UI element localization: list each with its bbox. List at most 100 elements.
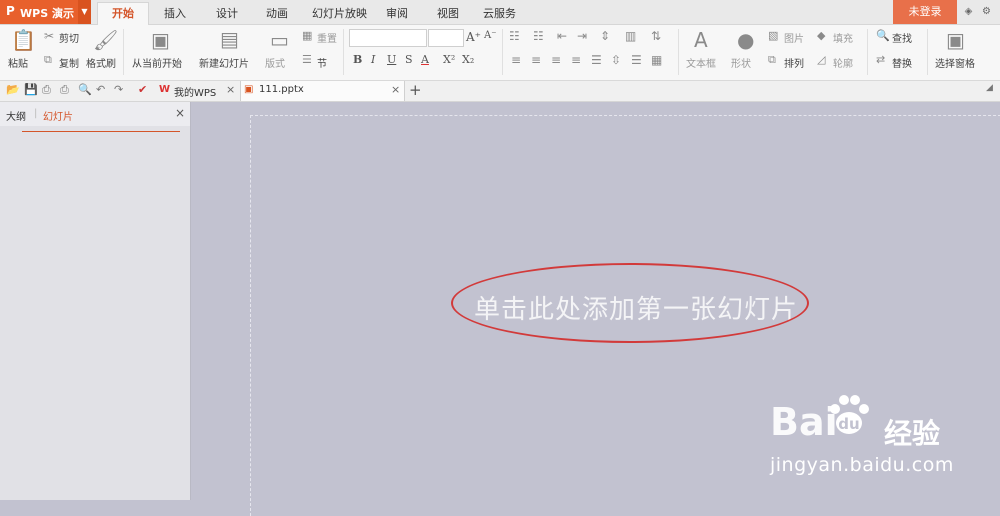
replace-button[interactable]: 替换 <box>892 55 912 70</box>
open-folder-icon[interactable]: 📂 <box>6 83 20 96</box>
decrease-indent-icon[interactable]: ⇤ <box>557 29 567 43</box>
close-icon[interactable]: × <box>391 83 400 96</box>
find-button[interactable]: 查找 <box>892 30 912 45</box>
format-painter-icon[interactable]: 🖌 <box>93 30 118 50</box>
watermark-url: jingyan.baidu.com <box>770 454 954 476</box>
picture-icon[interactable]: ▧ <box>768 29 778 43</box>
tab-slideshow[interactable]: 幻灯片放映 <box>312 5 367 21</box>
section-icon[interactable]: ☰ <box>302 53 312 67</box>
decrease-font-icon[interactable]: A⁻ <box>484 30 497 41</box>
font-color-button[interactable]: A <box>421 53 429 66</box>
increase-font-icon[interactable]: A⁺ <box>466 30 481 44</box>
redo-icon[interactable]: ↷ <box>114 83 123 96</box>
outline-icon[interactable]: ◿ <box>817 53 825 67</box>
tab-cloud[interactable]: 云服务 <box>483 5 516 21</box>
print-icon[interactable]: ⎙ <box>60 83 69 97</box>
new-slide-icon[interactable]: ▤ <box>220 29 239 49</box>
distribute-icon[interactable]: ☰ <box>591 53 602 67</box>
scissors-icon[interactable]: ✂ <box>44 29 54 43</box>
superscript-button[interactable]: X² <box>443 53 455 66</box>
outline-button[interactable]: 轮廓 <box>833 55 853 70</box>
format-painter-button[interactable]: 格式刷 <box>86 55 116 70</box>
vertical-align-icon[interactable]: ⇳ <box>611 53 621 67</box>
font-size-combo[interactable] <box>428 29 464 47</box>
shape-icon[interactable]: ● <box>737 30 754 50</box>
align-center-icon[interactable]: ≡ <box>531 53 541 67</box>
wps-logo-icon: P <box>6 4 15 18</box>
tab-insert[interactable]: 插入 <box>164 5 186 21</box>
new-tab-button[interactable]: + <box>409 81 422 99</box>
fill-button[interactable]: 填充 <box>833 30 853 45</box>
section-button[interactable]: 节 <box>317 55 327 70</box>
selection-pane-icon[interactable]: ▣ <box>946 30 965 50</box>
increase-indent-icon[interactable]: ⇥ <box>577 29 587 43</box>
close-icon[interactable]: × <box>226 83 235 96</box>
undo-icon[interactable]: ↶ <box>96 83 105 96</box>
line-spacing-icon[interactable]: ⇕ <box>600 29 610 43</box>
divider <box>502 29 503 75</box>
app-menu-button[interactable]: P WPS 演示 ▼ <box>0 0 91 24</box>
ribbon-collapse-icon[interactable]: ◢ <box>986 83 993 93</box>
print-preview-icon[interactable]: 🔍 <box>78 83 92 96</box>
export-pdf-icon[interactable]: ⎙ <box>42 83 51 97</box>
layout-button[interactable]: 版式 <box>265 55 285 70</box>
shield-icon[interactable]: ◈ <box>963 6 974 17</box>
selection-pane-button[interactable]: 选择窗格 <box>935 55 975 70</box>
login-button[interactable]: 未登录 <box>893 0 957 24</box>
textbox-button[interactable]: 文本框 <box>686 55 716 70</box>
tab-outline[interactable]: 大纲 <box>6 108 26 123</box>
tab-design[interactable]: 设计 <box>216 5 238 21</box>
play-from-current-icon[interactable]: ▣ <box>151 30 170 50</box>
arrange-button[interactable]: 排列 <box>784 55 804 70</box>
text-direction-icon[interactable]: ⇅ <box>651 29 661 43</box>
chevron-down-icon[interactable]: ▼ <box>78 0 91 24</box>
paste-button[interactable]: 粘贴 <box>8 55 28 70</box>
slides-panel: 大纲 | 幻灯片 × <box>0 102 191 500</box>
doc-tab-pptx[interactable]: ▣ 111.pptx × <box>240 81 405 101</box>
cut-button[interactable]: 剪切 <box>59 30 79 45</box>
justify-icon[interactable]: ≡ <box>571 53 581 67</box>
picture-button[interactable]: 图片 <box>784 30 804 45</box>
pin-icon[interactable]: ✔ <box>138 83 147 96</box>
new-slide-button[interactable]: 新建幻灯片 <box>199 55 249 70</box>
underline-button[interactable]: U <box>387 53 396 66</box>
watermark-jingyan: 经验 <box>884 417 941 450</box>
paste-icon[interactable]: 📋 <box>11 30 36 50</box>
numbering-icon[interactable]: ☷ <box>533 29 544 43</box>
settings-icon[interactable]: ⚙ <box>981 6 992 17</box>
find-icon[interactable]: 🔍 <box>876 29 890 43</box>
replace-icon[interactable]: ⇄ <box>876 53 885 67</box>
tab-review[interactable]: 审阅 <box>386 5 408 21</box>
copy-icon[interactable]: ⧉ <box>44 53 52 67</box>
tab-slides[interactable]: 幻灯片 <box>43 108 73 123</box>
divider <box>678 29 679 75</box>
align-left-icon[interactable]: ≡ <box>511 53 521 67</box>
close-icon[interactable]: × <box>175 106 185 120</box>
save-icon[interactable]: 💾 <box>24 83 38 96</box>
doc-tab-my-wps[interactable]: W 我的WPS × <box>157 81 239 101</box>
from-current-button[interactable]: 从当前开始 <box>132 55 182 70</box>
copy-button[interactable]: 复制 <box>59 55 79 70</box>
doc-tab-label: 我的WPS <box>174 88 217 99</box>
arrange-icon[interactable]: ⧉ <box>768 53 776 67</box>
textbox-icon[interactable]: A <box>694 30 708 50</box>
text-align-icon[interactable]: ☰ <box>631 53 642 67</box>
fill-icon[interactable]: ◆ <box>817 29 825 43</box>
layout-icon[interactable]: ▭ <box>270 30 289 50</box>
italic-button[interactable]: I <box>371 53 375 66</box>
reset-icon[interactable]: ▦ <box>302 29 312 43</box>
quick-access-bar: 📂 💾 ⎙ ⎙ 🔍 ↶ ↷ ✔ W 我的WPS × ▣ 111.pptx × +… <box>0 81 1000 102</box>
subscript-button[interactable]: X₂ <box>462 53 474 66</box>
tab-animation[interactable]: 动画 <box>266 5 288 21</box>
tab-view[interactable]: 视图 <box>437 5 459 21</box>
bullets-icon[interactable]: ☷ <box>509 29 520 43</box>
font-name-combo[interactable] <box>349 29 427 47</box>
bold-button[interactable]: B <box>353 53 362 66</box>
align-right-icon[interactable]: ≡ <box>551 53 561 67</box>
columns-icon[interactable]: ▥ <box>625 29 636 43</box>
strikethrough-button[interactable]: S <box>405 53 413 66</box>
shape-button[interactable]: 形状 <box>731 55 751 70</box>
reset-button[interactable]: 重置 <box>317 30 337 45</box>
tab-start[interactable]: 开始 <box>97 2 149 26</box>
smart-art-icon[interactable]: ▦ <box>651 53 662 67</box>
